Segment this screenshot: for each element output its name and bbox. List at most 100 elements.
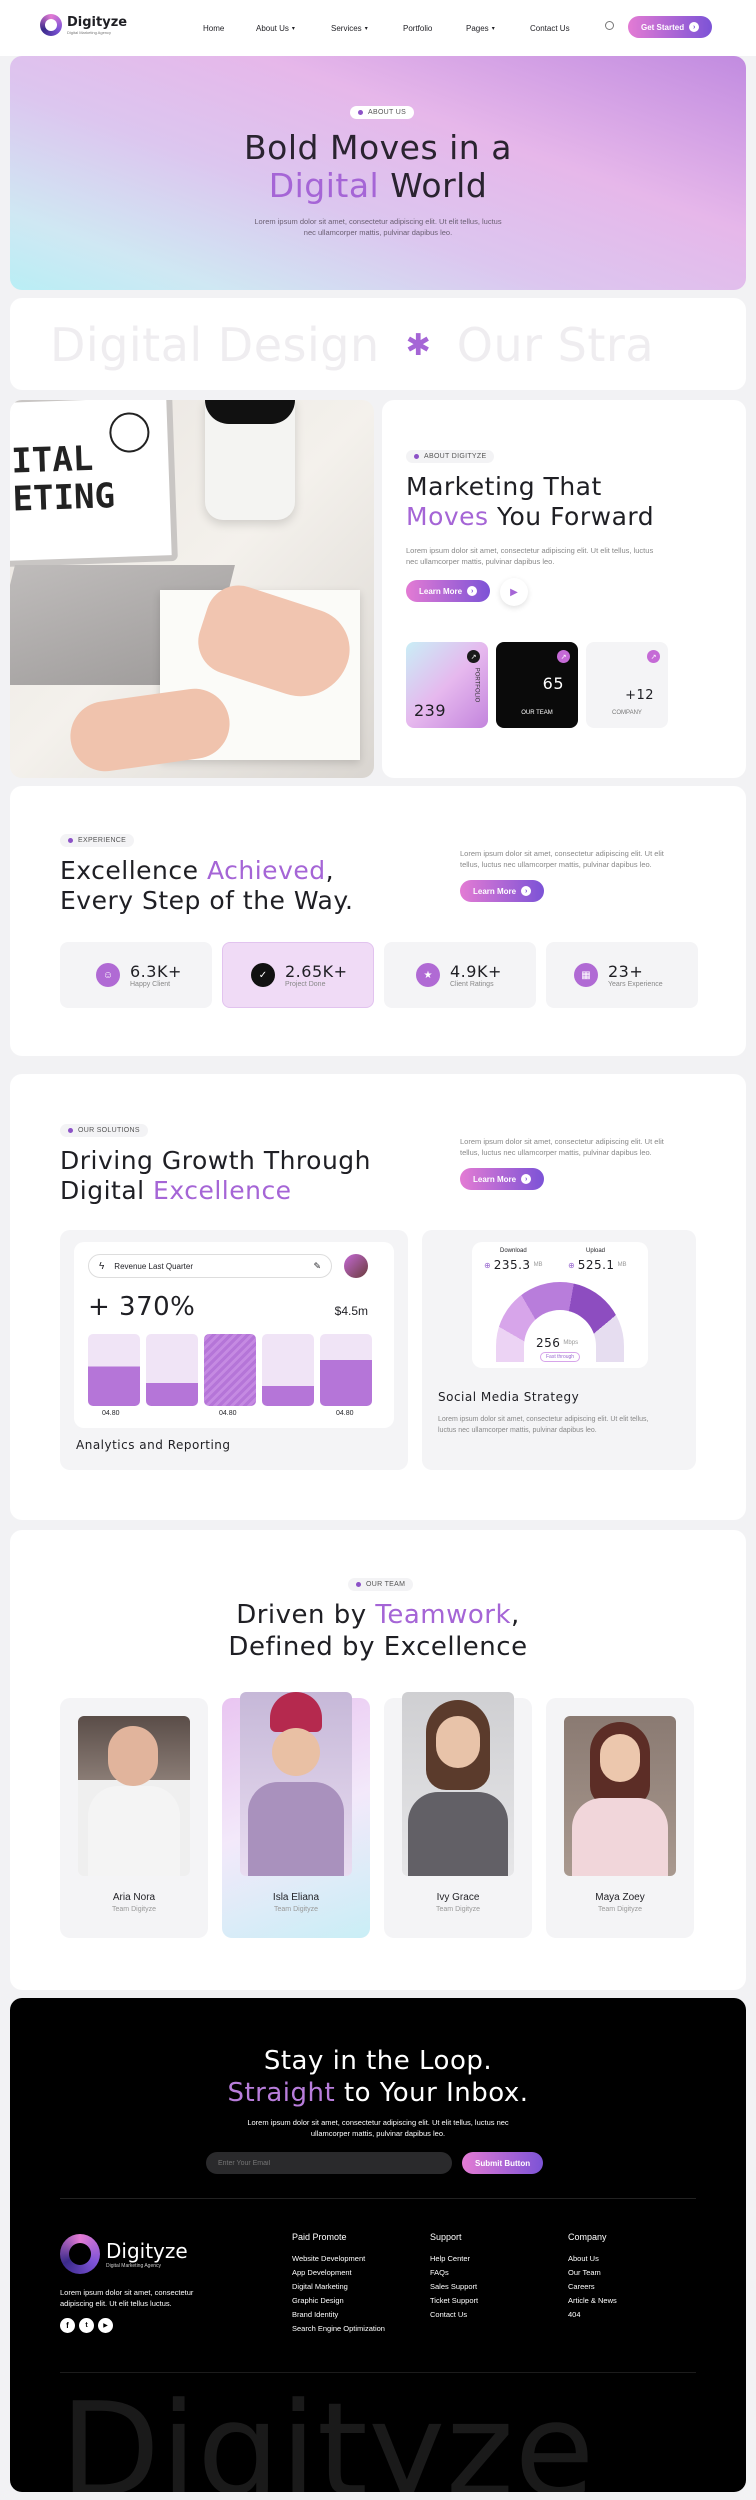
stat-happy-client: ☺ 6.3K+ Happy Client — [60, 942, 212, 1008]
search-icon[interactable] — [605, 21, 614, 30]
footer-link[interactable]: 404 — [568, 2308, 617, 2322]
arrow-icon[interactable]: ↗ — [557, 650, 570, 663]
page: Digityze Digital Marketing Agency Home A… — [0, 0, 756, 2500]
team-card[interactable]: Isla Eliana Team Digityze — [222, 1692, 370, 1938]
stat-label: Years Experience — [608, 981, 663, 988]
play-icon: ▶ — [510, 586, 518, 598]
footer-col3-title: Company — [568, 2232, 607, 2242]
nav-services-label: Services — [331, 24, 362, 33]
check-icon: ✓ — [251, 963, 275, 987]
nav-home[interactable]: Home — [203, 24, 224, 33]
footer-logo[interactable]: Digityze Digital Marketing Agency — [60, 2234, 188, 2274]
nav-contact[interactable]: Contact Us — [530, 24, 570, 33]
get-started-button[interactable]: Get Started › — [628, 16, 713, 38]
about-accent: Moves — [406, 502, 489, 531]
social-desc-2: luctus nec ullamcorper mattis, pulvinar … — [438, 1427, 597, 1434]
member-role: Team Digityze — [436, 1906, 480, 1913]
stat-company-value: +12 — [625, 688, 654, 703]
stat-card-team: ↗ 65 OUR TEAM — [496, 642, 578, 728]
footer-link[interactable]: Sales Support — [430, 2280, 478, 2294]
solutions-learn-more-button[interactable]: Learn More › — [460, 1168, 545, 1190]
footer-link[interactable]: Ticket Support — [430, 2294, 478, 2308]
nav-about[interactable]: About Us ▾ — [256, 24, 295, 33]
chart-bar — [88, 1334, 140, 1406]
upload-value: 525.1 — [577, 1258, 615, 1272]
experience-learn-more-button[interactable]: Learn More › — [460, 880, 545, 902]
team-section: OUR TEAM Driven by Teamwork, Defined by … — [10, 1530, 746, 1990]
stat-portfolio-label: PORTFOLIO — [473, 667, 480, 703]
bar-label: 04.80 — [336, 1410, 354, 1417]
team-card[interactable]: Aria Nora Team Digityze — [60, 1698, 208, 1938]
footer-link[interactable]: Search Engine Optimization — [292, 2322, 385, 2336]
footer-link[interactable]: Website Development — [292, 2252, 385, 2266]
footer-link[interactable]: Our Team — [568, 2266, 617, 2280]
experience-desc-2: tellus, luctus nec ullamcorper mattis, p… — [460, 860, 652, 869]
footer-link[interactable]: About Us — [568, 2252, 617, 2266]
about-digityze-badge: ABOUT DIGITYZE — [406, 450, 495, 463]
edit-icon[interactable]: ✎ — [313, 1261, 321, 1272]
footer-col3: About Us Our Team Careers Article & News… — [568, 2252, 617, 2322]
play-button[interactable]: ▶ — [500, 578, 528, 606]
revenue-amount: $4.5m — [334, 1304, 368, 1318]
divider — [60, 2198, 696, 2199]
twitter-icon[interactable]: t — [79, 2318, 94, 2333]
email-input[interactable] — [206, 2152, 452, 2174]
arrow-right-icon: › — [467, 586, 478, 596]
experience-section: EXPERIENCE Excellence Achieved, Every St… — [10, 786, 746, 1056]
footer-link[interactable]: App Development — [292, 2266, 385, 2280]
team-badge-label: OUR TEAM — [366, 1581, 406, 1588]
newsletter-desc-2: ullamcorper mattis, pulvinar dapibus leo… — [310, 2129, 446, 2138]
upload-reading: ⊕ 525.1 MB — [568, 1258, 627, 1272]
footer-link[interactable]: Help Center — [430, 2252, 478, 2266]
footer-link[interactable]: Graphic Design — [292, 2294, 385, 2308]
team-card[interactable]: Maya Zoey Team Digityze — [546, 1698, 694, 1938]
chart-bar — [146, 1334, 198, 1406]
nav-pages[interactable]: Pages ▾ — [466, 24, 495, 33]
analytics-title: Analytics and Reporting — [76, 1438, 231, 1452]
footer-link[interactable]: Article & News — [568, 2294, 617, 2308]
marquee-track: Digital Design ✱ Our Stra — [50, 318, 654, 372]
brand-logo[interactable]: Digityze Digital Marketing Agency — [40, 14, 127, 36]
rocket-icon — [40, 14, 62, 36]
speed-gauge — [496, 1282, 624, 1362]
team-card[interactable]: Ivy Grace Team Digityze — [384, 1692, 532, 1938]
about-title-line1: Marketing That — [406, 472, 602, 501]
fast-through-button[interactable]: Fast through — [540, 1352, 581, 1362]
member-photo — [240, 1692, 352, 1876]
solutions-title-start: Digital — [60, 1176, 145, 1205]
footer-link[interactable]: Contact Us — [430, 2308, 478, 2322]
footer-link[interactable]: Careers — [568, 2280, 617, 2294]
about-desc-1: Lorem ipsum dolor sit amet, consectetur … — [406, 546, 654, 555]
submit-button[interactable]: Submit Button — [462, 2152, 544, 2174]
arrow-icon[interactable]: ↗ — [647, 650, 660, 663]
youtube-icon[interactable]: ▶ — [98, 2318, 113, 2333]
footer-link[interactable]: Digital Marketing — [292, 2280, 385, 2294]
dot-icon — [68, 838, 73, 843]
stat-value: 6.3K+ — [130, 962, 182, 981]
footer-link[interactable]: FAQs — [430, 2266, 478, 2280]
brand-tagline: Digital Marketing Agency — [67, 30, 112, 35]
stat-years-experience: ▦ 23+ Years Experience — [546, 942, 698, 1008]
nav-services[interactable]: Services ▾ — [331, 24, 368, 33]
facebook-icon[interactable]: f — [60, 2318, 75, 2333]
team-accent: Teamwork — [375, 1600, 512, 1630]
chart-bar — [204, 1334, 256, 1406]
star-icon: ✱ — [405, 328, 431, 362]
arrow-icon[interactable]: ↗ — [467, 650, 480, 663]
revenue-label: Revenue Last Quarter — [114, 1261, 194, 1271]
revenue-field[interactable]: ϟ Revenue Last Quarter ✎ — [88, 1254, 332, 1278]
bar-chart — [88, 1334, 372, 1406]
stat-team-label: OUR TEAM — [521, 710, 553, 716]
gauge-reading: 256 Mbps — [536, 1336, 578, 1350]
dot-icon — [356, 1582, 361, 1587]
about-learn-more-button[interactable]: Learn More › — [406, 580, 491, 602]
footer-link[interactable]: Brand Identity — [292, 2308, 385, 2322]
gauge-value: 256 — [536, 1336, 561, 1350]
marquee-text-2: Our Stra — [456, 318, 655, 372]
nav-portfolio[interactable]: Portfolio — [403, 24, 432, 33]
stat-client-ratings: ★ 4.9K+ Client Ratings — [384, 942, 536, 1008]
about-desc-2: nec ullamcorper mattis, pulvinar dapibus… — [406, 557, 555, 566]
about-digityze-badge-label: ABOUT DIGITYZE — [424, 453, 487, 460]
brand-name: Digityze — [67, 15, 128, 30]
stat-company-label: COMPANY — [612, 710, 642, 716]
